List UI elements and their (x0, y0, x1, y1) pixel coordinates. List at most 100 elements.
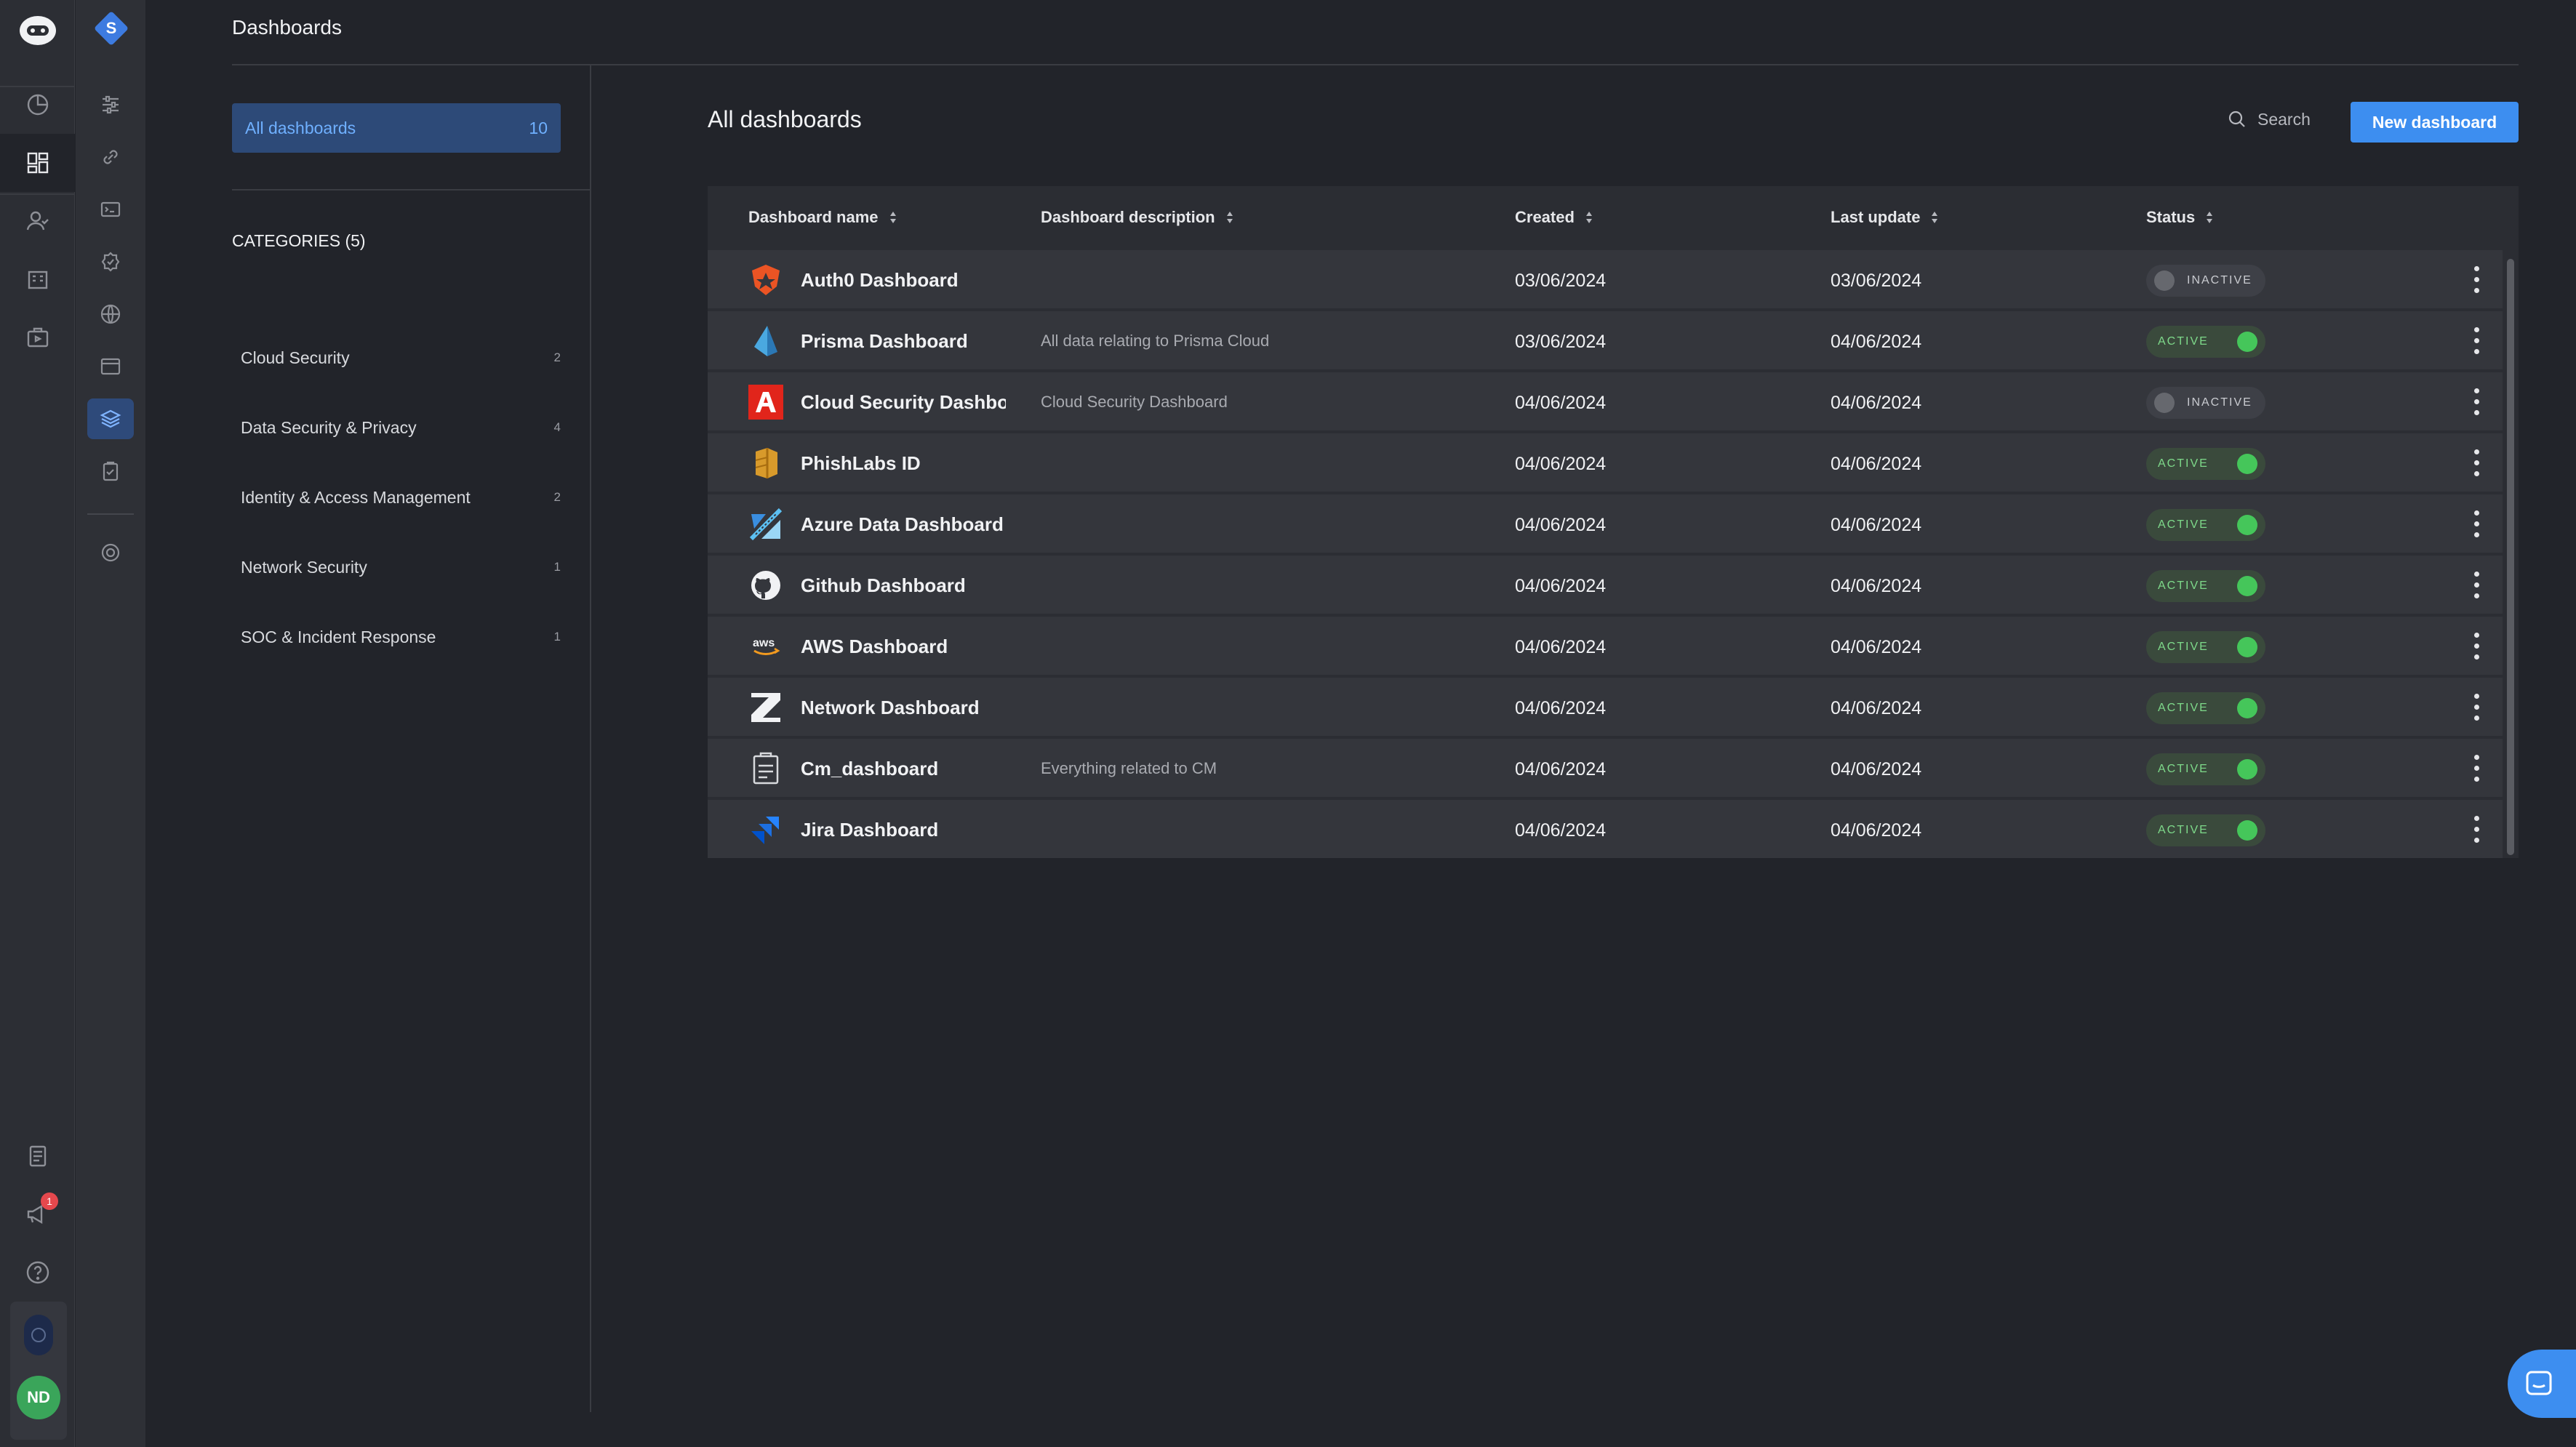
table-row[interactable]: Auth0 Dashboard 03/06/2024 03/06/2024 IN… (708, 249, 2503, 308)
status-toggle[interactable]: ACTIVE (2146, 326, 2265, 358)
column-label: Status (2146, 208, 2196, 226)
compliance-nav-item[interactable] (87, 241, 134, 282)
column-header-name[interactable]: Dashboard name (748, 208, 897, 227)
media-nav-item[interactable] (0, 308, 75, 366)
more-options-icon[interactable] (2472, 572, 2481, 599)
dashboard-name[interactable]: Cloud Security Dashboard (801, 391, 1006, 414)
more-options-icon[interactable] (2472, 510, 2481, 538)
layers-nav-item[interactable] (87, 398, 134, 439)
page-title: Dashboards (232, 16, 342, 39)
category-item[interactable]: Cloud Security 2 (241, 336, 561, 380)
table-row[interactable]: Prisma Dashboard All data relating to Pr… (708, 310, 2503, 369)
more-options-icon[interactable] (2472, 449, 2481, 477)
category-label: Data Security & Privacy (241, 417, 417, 437)
browser-nav-item[interactable] (87, 346, 134, 387)
layers-icon (100, 409, 121, 428)
account-panel: ND (10, 1302, 67, 1440)
chat-launcher-button[interactable] (2508, 1350, 2576, 1418)
more-options-icon[interactable] (2472, 694, 2481, 721)
status-toggle[interactable]: ACTIVE (2146, 692, 2265, 724)
table-row[interactable]: PhishLabs ID 04/06/2024 04/06/2024 ACTIV… (708, 432, 2503, 492)
status-toggle[interactable]: ACTIVE (2146, 753, 2265, 785)
updated-date: 03/06/2024 (1831, 270, 1922, 291)
docs-nav-item[interactable] (0, 1127, 75, 1185)
table-row[interactable]: Jira Dashboard 04/06/2024 04/06/2024 ACT… (708, 798, 2503, 858)
category-item[interactable]: Identity & Access Management 2 (241, 476, 561, 519)
table-row[interactable]: Github Dashboard 04/06/2024 04/06/2024 A… (708, 554, 2503, 614)
svg-text:aws: aws (753, 637, 775, 649)
table-row[interactable]: Network Dashboard 04/06/2024 04/06/2024 … (708, 676, 2503, 736)
dashboard-name[interactable]: Auth0 Dashboard (801, 269, 1006, 292)
toggle-knob (2237, 332, 2257, 352)
more-options-icon[interactable] (2472, 755, 2481, 782)
tasks-nav-item[interactable] (87, 451, 134, 492)
status-toggle[interactable]: INACTIVE (2146, 387, 2265, 419)
category-count: 1 (553, 630, 561, 644)
search-button[interactable]: Search (2227, 109, 2311, 129)
column-header-created[interactable]: Created (1515, 208, 1593, 227)
dashboard-name[interactable]: Jira Dashboard (801, 819, 1006, 841)
reports-nav-item[interactable] (0, 250, 75, 308)
organization-avatar[interactable] (24, 1315, 53, 1355)
terminal-nav-item[interactable] (87, 189, 134, 230)
status-toggle[interactable]: ACTIVE (2146, 631, 2265, 663)
status-toggle[interactable]: ACTIVE (2146, 448, 2265, 480)
table-scrollbar[interactable] (2507, 259, 2514, 855)
search-icon (2228, 111, 2245, 127)
more-options-icon[interactable] (2472, 388, 2481, 416)
dashboard-name[interactable]: AWS Dashboard (801, 636, 1006, 658)
dashboard-description: Cloud Security Dashboard (1041, 393, 1228, 411)
toggle-knob (2237, 759, 2257, 779)
all-dashboards-filter[interactable]: All dashboards 10 (232, 103, 561, 153)
more-options-icon[interactable] (2472, 633, 2481, 660)
category-count: 2 (553, 350, 561, 364)
dashboard-name[interactable]: PhishLabs ID (801, 452, 1006, 475)
help-nav-item[interactable] (0, 1243, 75, 1302)
category-item[interactable]: Data Security & Privacy 4 (241, 406, 561, 449)
dashboard-name[interactable]: Network Dashboard (801, 697, 1006, 719)
toggle-knob (2237, 515, 2257, 535)
primary-nav: 1 ND (0, 0, 75, 1447)
more-options-icon[interactable] (2472, 816, 2481, 843)
status-toggle[interactable]: INACTIVE (2146, 265, 2265, 297)
updated-date: 04/06/2024 (1831, 698, 1922, 718)
status-toggle[interactable]: ACTIVE (2146, 814, 2265, 846)
category-item[interactable]: SOC & Incident Response 1 (241, 615, 561, 659)
toggle-knob (2154, 270, 2175, 291)
status-toggle[interactable]: ACTIVE (2146, 570, 2265, 602)
document-icon (29, 1145, 46, 1167)
dashboard-grid-icon (27, 152, 48, 174)
status-toggle[interactable]: ACTIVE (2146, 509, 2265, 541)
column-header-description[interactable]: Dashboard description (1041, 208, 1234, 227)
app-logo-icon[interactable] (18, 15, 57, 47)
notifications-nav-item[interactable] (0, 1185, 75, 1243)
integrations-nav-item[interactable] (87, 137, 134, 177)
status-label: ACTIVE (2158, 641, 2209, 653)
settings-nav-item[interactable] (87, 532, 134, 573)
all-dashboards-label: All dashboards (245, 118, 356, 137)
table-row[interactable]: aws AWS Dashboard 04/06/2024 04/06/2024 … (708, 615, 2503, 675)
dashboard-name[interactable]: Prisma Dashboard (801, 330, 1006, 353)
dashboard-name[interactable]: Azure Data Dashboard (801, 513, 1006, 536)
table-row[interactable]: Cm_dashboard Everything related to CM 04… (708, 737, 2503, 797)
created-date: 04/06/2024 (1515, 576, 1607, 596)
column-header-status[interactable]: Status (2146, 208, 2214, 227)
dashboards-nav-item[interactable] (0, 134, 75, 192)
workspace-switcher[interactable]: S (93, 10, 129, 47)
category-item[interactable]: Network Security 1 (241, 545, 561, 589)
more-options-icon[interactable] (2472, 327, 2481, 355)
table-row[interactable]: Azure Data Dashboard 04/06/2024 04/06/20… (708, 493, 2503, 553)
user-avatar[interactable]: ND (17, 1376, 60, 1419)
filters-nav-item[interactable] (87, 84, 134, 125)
updated-date: 04/06/2024 (1831, 576, 1922, 596)
dashboard-name[interactable]: Cm_dashboard (801, 758, 1006, 780)
new-dashboard-button[interactable]: New dashboard (2351, 102, 2519, 143)
network-nav-item[interactable] (87, 294, 134, 334)
column-header-last-update[interactable]: Last update (1831, 208, 1939, 227)
more-options-icon[interactable] (2472, 266, 2481, 294)
dashboard-name[interactable]: Github Dashboard (801, 574, 1006, 597)
table-row[interactable]: Cloud Security Dashboard Cloud Security … (708, 371, 2503, 430)
analytics-nav-item[interactable] (0, 76, 75, 134)
updated-date: 04/06/2024 (1831, 332, 1922, 352)
users-nav-item[interactable] (0, 192, 75, 250)
